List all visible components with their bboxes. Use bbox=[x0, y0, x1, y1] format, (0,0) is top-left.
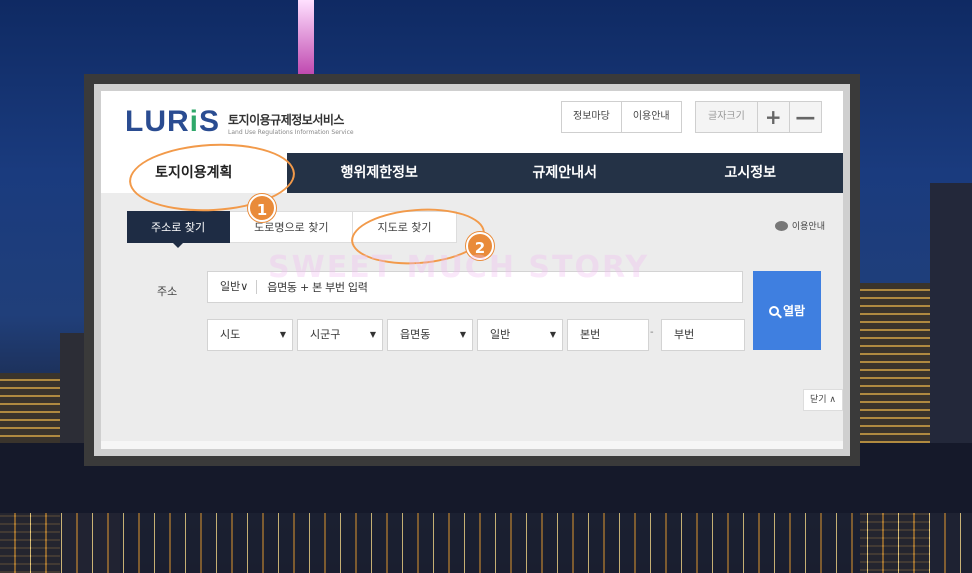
nav-notice-info[interactable]: 고시정보 bbox=[658, 153, 844, 193]
tab-road-name-search[interactable]: 도로명으로 찾기 bbox=[230, 211, 354, 243]
logo-mark: LURiS bbox=[125, 105, 221, 138]
sigungu-select[interactable]: 시군구 ▼ bbox=[297, 319, 383, 351]
water-reflection bbox=[0, 513, 972, 573]
service-name: 토지이용규제정보서비스 bbox=[228, 112, 344, 127]
search-button[interactable]: 열람 bbox=[753, 271, 821, 350]
tower bbox=[298, 0, 314, 74]
search-icon bbox=[768, 305, 779, 316]
info-link[interactable]: 정보마당 bbox=[562, 102, 621, 132]
help-label: 이용안내 bbox=[791, 222, 825, 232]
dropdown-arrow-icon: ▼ bbox=[459, 330, 466, 339]
nav-regulation-guide[interactable]: 규제안내서 bbox=[472, 153, 658, 193]
sido-select[interactable]: 시도 ▼ bbox=[207, 319, 293, 351]
lot-type-select[interactable]: 일반 ▼ bbox=[477, 319, 563, 351]
luris-logo[interactable]: LURiS 토지이용규제정보서비스 Land Use Regulations I… bbox=[125, 105, 354, 139]
dropdown-arrow-icon: ▼ bbox=[279, 330, 286, 339]
sub-number-input[interactable]: 부번 bbox=[661, 319, 745, 351]
dropdown-arrow-icon: ▼ bbox=[369, 330, 376, 339]
top-links: 정보마당 이용안내 bbox=[561, 101, 682, 133]
address-label: 주소 bbox=[157, 285, 178, 298]
font-size-label: 글자크기 bbox=[696, 102, 757, 132]
help-link[interactable]: 이용안내 bbox=[774, 219, 825, 232]
font-size-control: 글자크기 + — bbox=[695, 101, 822, 133]
number-separator: - bbox=[650, 327, 654, 338]
dropdown-arrow-icon: ▼ bbox=[549, 330, 556, 339]
nav-restriction-info[interactable]: 행위제한정보 bbox=[287, 153, 473, 193]
close-panel-button[interactable]: 닫기 ∧ bbox=[802, 389, 843, 411]
font-increase-button[interactable]: + bbox=[756, 102, 789, 132]
speech-bubble-icon bbox=[774, 220, 788, 231]
address-type-dropdown[interactable]: 일반∨ bbox=[208, 280, 258, 294]
search-label: 열람 bbox=[782, 304, 806, 318]
eupmyeondong-select[interactable]: 읍면동 ▼ bbox=[387, 319, 473, 351]
annotation-badge-1: 1 bbox=[248, 194, 276, 222]
font-decrease-button[interactable]: — bbox=[788, 102, 821, 132]
main-number-input[interactable]: 본번 bbox=[567, 319, 649, 351]
service-name-english: Land Use Regulations Information Service bbox=[228, 128, 354, 136]
tab-address-search[interactable]: 주소로 찾기 bbox=[127, 211, 231, 248]
guide-link[interactable]: 이용안내 bbox=[620, 102, 681, 132]
watermark: SWEET MUCH STORY bbox=[268, 250, 650, 285]
